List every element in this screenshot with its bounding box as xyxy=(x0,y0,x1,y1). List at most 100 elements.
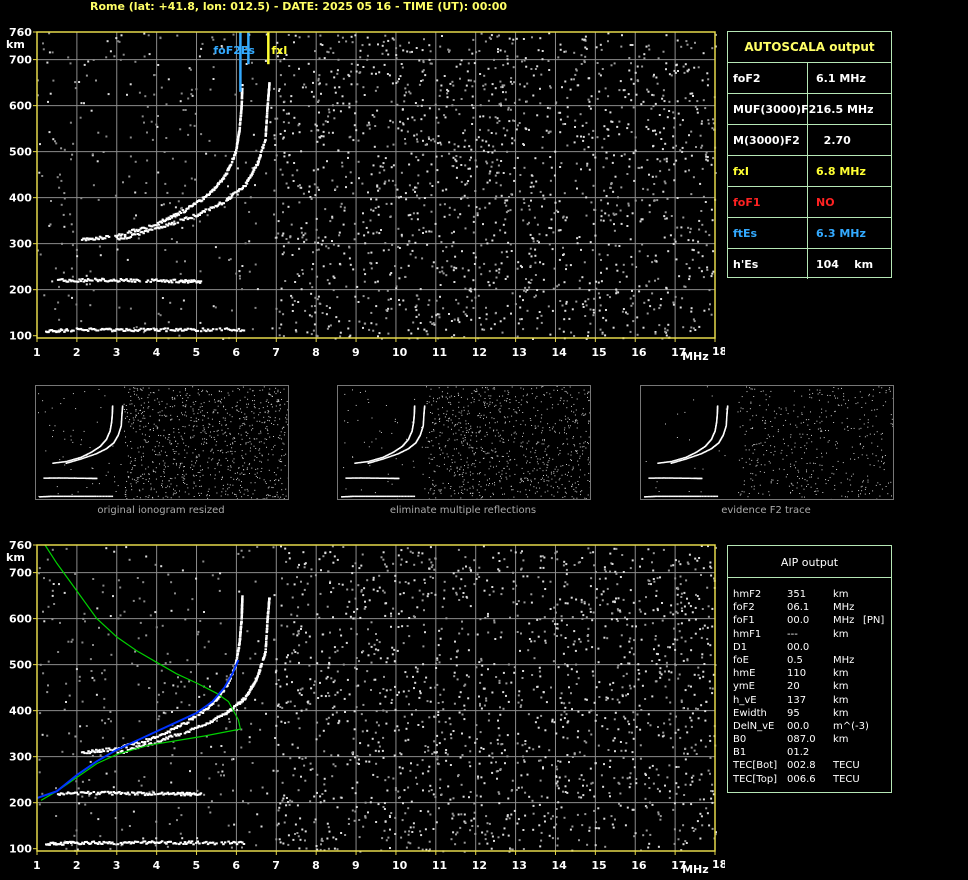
noise-dot xyxy=(701,120,703,123)
noise-dot xyxy=(504,762,506,765)
noise-dot xyxy=(285,182,288,185)
trace-dot xyxy=(268,82,271,85)
noise-dot xyxy=(375,710,378,713)
noise-dot xyxy=(452,587,455,590)
noise-dot xyxy=(628,165,631,168)
noise-dot xyxy=(616,125,619,128)
noise-dot xyxy=(546,115,549,118)
noise-dot xyxy=(429,50,432,53)
noise-dot xyxy=(639,744,642,747)
noise-dot xyxy=(333,646,336,649)
noise-dot xyxy=(298,756,301,759)
noise-dot xyxy=(480,323,482,326)
noise-dot xyxy=(569,88,572,91)
noise-dot xyxy=(430,210,433,213)
trace-dot xyxy=(256,162,260,165)
noise-dot xyxy=(706,638,709,640)
noise-dot xyxy=(513,101,516,104)
noise-dot xyxy=(513,139,516,142)
noise-dot xyxy=(663,180,666,183)
noise-dot xyxy=(688,100,691,102)
noise-dot xyxy=(532,748,535,751)
noise-dot xyxy=(706,84,709,87)
noise-dot xyxy=(449,733,452,736)
noise-dot xyxy=(581,617,584,620)
noise-dot xyxy=(174,592,176,595)
noise-dot xyxy=(583,261,586,264)
noise-dot xyxy=(168,823,171,825)
noise-dot xyxy=(315,217,318,220)
noise-dot xyxy=(394,833,397,835)
noise-dot xyxy=(471,825,474,827)
noise-dot xyxy=(377,750,380,753)
noise-dot xyxy=(577,710,580,713)
noise-dot xyxy=(336,649,339,652)
noise-dot xyxy=(608,792,611,794)
noise-dot xyxy=(479,115,482,118)
noise-dot xyxy=(314,818,317,821)
noise-dot xyxy=(578,287,581,290)
noise-dot xyxy=(315,845,318,847)
trace-dot xyxy=(237,647,241,650)
noise-dot xyxy=(78,679,81,682)
noise-dot xyxy=(367,121,370,124)
noise-dot xyxy=(377,335,379,338)
noise-dot xyxy=(374,125,377,127)
noise-dot xyxy=(106,40,109,43)
noise-dot xyxy=(337,149,340,152)
noise-dot xyxy=(310,90,313,93)
noise-dot xyxy=(556,780,559,783)
noise-dot xyxy=(707,78,710,81)
noise-dot xyxy=(391,82,394,85)
noise-dot xyxy=(669,234,672,237)
noise-dot xyxy=(291,652,294,655)
noise-dot xyxy=(691,712,694,715)
noise-dot xyxy=(71,296,73,299)
noise-dot xyxy=(560,692,563,695)
noise-dot xyxy=(524,814,527,817)
noise-dot xyxy=(366,36,369,39)
noise-dot xyxy=(69,213,72,216)
noise-dot xyxy=(540,73,543,76)
noise-dot xyxy=(282,797,285,800)
noise-dot xyxy=(317,168,320,171)
noise-dot xyxy=(406,117,409,120)
noise-dot xyxy=(666,291,669,294)
noise-dot xyxy=(672,146,675,149)
noise-dot xyxy=(339,331,342,334)
noise-dot xyxy=(248,549,251,552)
trace-dot xyxy=(239,631,242,634)
noise-dot xyxy=(600,209,603,212)
x-tick-label: 13 xyxy=(512,346,527,359)
noise-dot xyxy=(706,72,709,75)
noise-dot xyxy=(595,571,597,574)
noise-dot xyxy=(404,671,407,674)
noise-dot xyxy=(114,194,117,197)
noise-dot xyxy=(679,575,682,578)
noise-dot xyxy=(491,151,494,154)
x-tick-label: 18 xyxy=(712,345,725,358)
noise-dot xyxy=(325,245,328,248)
noise-dot xyxy=(469,605,472,608)
noise-dot xyxy=(488,172,491,175)
noise-dot xyxy=(336,806,339,809)
noise-dot xyxy=(241,265,244,267)
noise-dot xyxy=(700,815,703,818)
noise-dot xyxy=(297,606,300,609)
noise-dot xyxy=(701,653,704,656)
noise-dot xyxy=(606,294,609,296)
noise-dot xyxy=(689,227,692,230)
noise-dot xyxy=(55,815,58,817)
noise-dot xyxy=(573,141,576,144)
noise-dot xyxy=(308,664,311,667)
noise-dot xyxy=(138,720,141,723)
noise-dot xyxy=(284,280,287,282)
noise-dot xyxy=(689,605,692,608)
noise-dot xyxy=(543,556,546,559)
noise-dot xyxy=(468,159,471,162)
noise-dot xyxy=(702,276,705,279)
trace-dot xyxy=(240,107,243,110)
noise-dot xyxy=(599,604,602,606)
noise-dot xyxy=(498,271,501,274)
noise-dot xyxy=(462,567,464,570)
